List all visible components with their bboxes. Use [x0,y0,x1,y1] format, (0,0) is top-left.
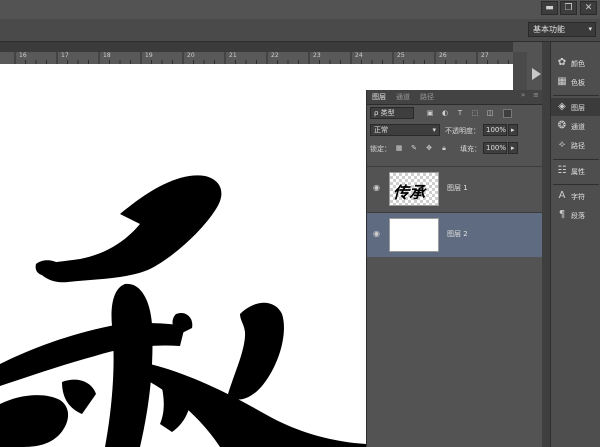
lock-all-icon[interactable]: 🔒︎ [439,143,449,153]
fill-value: 100% [486,144,507,152]
tab-channels[interactable]: 通道 [396,92,410,102]
pixel-filter-icon[interactable]: ▣ [425,108,435,118]
ruler-ticks [14,52,509,64]
channels-icon: ❂ [557,120,567,131]
layer-row-selected[interactable]: ◉ 图层 2 [367,212,543,257]
grid-icon: ▦ [557,76,567,87]
ruler-tick-label: 16 [19,52,27,59]
dock-item-label: 色板 [571,79,585,87]
filter-toggle-icon[interactable] [503,109,512,118]
dock-item-label: 路径 [571,142,585,150]
dock-item-channels[interactable]: ❂ 通道 [551,117,600,135]
dock-item-swatches[interactable]: ▦ 色板 [551,73,600,91]
dock-item-label: 颜色 [571,60,585,68]
layer-name[interactable]: 图层 2 [447,229,468,239]
blend-mode-select[interactable]: 正常 ▾ [370,124,440,136]
layer-row[interactable]: ◉ 传承 图层 1 [367,166,543,211]
chevron-down-icon: ▾ [588,25,592,33]
lock-label: 锁定： [370,145,391,153]
ruler-tick-label: 20 [187,52,195,59]
layer-filter-select[interactable]: ρ 类型 [370,107,414,119]
opacity-label: 不透明度： [445,127,480,135]
blend-mode-value: 正常 [374,126,388,134]
minimize-button[interactable]: ▬ [541,1,558,15]
panel-menu-icon[interactable]: ≡ [533,91,539,99]
layer-name[interactable]: 图层 1 [447,183,468,193]
workspace-switcher[interactable]: 基本功能 ▾ [528,22,596,37]
dock-item-label: 图层 [571,104,585,112]
visibility-eye-icon[interactable]: ◉ [373,229,380,238]
ruler-tick-label: 23 [313,52,321,59]
ruler-tick-label: 24 [355,52,363,59]
layer-thumbnail [389,218,439,252]
thumbnail-text: 传承 [393,183,426,202]
adjustment-filter-icon[interactable]: ◐ [440,108,450,118]
chevron-down-icon: ▾ [432,126,436,134]
layers-panel-tabs: 图层 通道 路径 » ≡ [367,90,543,105]
fill-dropdown-icon[interactable]: ▸ [508,142,518,154]
ruler-tick-label: 17 [61,52,69,59]
document-tab-strip [0,42,513,52]
dock-separator [553,184,599,185]
character-icon: A [558,190,566,201]
opacity-dropdown-icon[interactable]: ▸ [508,124,518,136]
lock-brush-icon[interactable]: ✎ [409,143,419,153]
dock-gutter [542,42,550,447]
dock-item-properties[interactable]: ☷ 属性 [551,162,600,180]
close-button[interactable]: ✕ [580,1,597,15]
panel-dock: ✿ 颜色 ▦ 色板 ◈ 图层 ❂ 通道 ⟡ 路径 ☷ 属性 A 字符 ¶ 段落 [550,42,600,447]
tab-paths[interactable]: 路径 [420,92,434,102]
restore-button[interactable]: ❐ [560,1,577,15]
ruler-tick-label: 27 [481,52,489,59]
options-bar [0,19,600,42]
ruler-tick-label: 21 [229,52,237,59]
ruler-tick-label: 26 [439,52,447,59]
lock-transparent-icon[interactable]: ▦ [394,143,404,153]
fill-input[interactable]: 100% [483,142,507,154]
expand-icon[interactable]: » [521,91,525,99]
visibility-eye-icon[interactable]: ◉ [373,183,380,192]
paragraph-icon: ¶ [558,209,566,220]
shape-filter-icon[interactable]: ⬚ [470,108,480,118]
dock-item-label: 属性 [571,168,585,176]
workspace-label: 基本功能 [533,25,565,34]
play-icon[interactable] [532,68,541,80]
paths-icon: ⟡ [558,139,566,150]
dock-item-paths[interactable]: ⟡ 路径 [551,136,600,154]
dock-item-paragraph[interactable]: ¶ 段落 [551,206,600,224]
dock-item-label: 通道 [571,123,585,131]
ruler-tick-label: 22 [271,52,279,59]
layer-filter-label: ρ 类型 [374,109,395,117]
dock-item-layers[interactable]: ◈ 图层 [551,98,600,116]
opacity-input[interactable]: 100% [483,124,507,136]
ruler-tick-label: 25 [397,52,405,59]
type-filter-icon[interactable]: T [455,108,465,118]
dock-item-character[interactable]: A 字符 [551,187,600,205]
lock-position-icon[interactable]: ✥ [424,143,434,153]
title-bar: ▬ ❐ ✕ [0,0,600,19]
ruler-tick-label: 18 [103,52,111,59]
dock-item-label: 字符 [571,193,585,201]
dock-item-color[interactable]: ✿ 颜色 [551,54,600,72]
layers-icon: ◈ [558,101,566,112]
dock-separator [553,159,599,160]
smart-object-filter-icon[interactable]: ◫ [485,108,495,118]
layers-panel: 图层 通道 路径 » ≡ ρ 类型 ▣ ◐ T ⬚ ◫ 正常 ▾ 不透明度： 1… [366,90,543,447]
tab-layers[interactable]: 图层 [372,92,386,102]
dock-item-label: 段落 [571,212,585,220]
palette-icon: ✿ [557,57,567,68]
ruler-tick-label: 19 [145,52,153,59]
layer-thumbnail: 传承 [389,172,439,206]
opacity-value: 100% [486,126,507,134]
fill-label: 填充： [460,145,481,153]
dock-separator [553,95,599,96]
properties-icon: ☷ [557,165,567,176]
